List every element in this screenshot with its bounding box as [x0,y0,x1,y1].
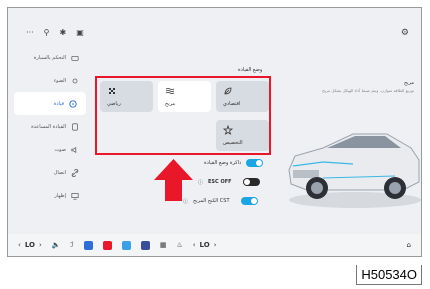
media-icon: ▣ [76,28,84,37]
settings-gear-icon[interactable]: ⚙ [401,28,409,38]
mode-tile-sport[interactable]: رياضي [100,81,153,112]
esc-toggle[interactable] [242,178,260,186]
esc-info-icon[interactable]: ⓘ [198,179,203,186]
app-blue-icon[interactable] [121,240,131,250]
mode-tile-comfort[interactable]: مريح [158,81,211,112]
app-grid-icon[interactable] [83,240,93,250]
sidebar-item-display[interactable]: إظهار [8,184,88,207]
car-illustration-icon [288,133,421,208]
home-icon[interactable]: ⌂ [407,241,411,249]
sidebar-item-driving[interactable]: قيادة [14,92,86,115]
left-temp-next[interactable]: › [39,241,42,249]
memory-setting-row: ذاكرة وضع القيادة [204,159,264,167]
right-temp-next[interactable]: › [214,241,217,249]
right-temp-value: LO [199,241,210,249]
memory-toggle[interactable] [246,159,264,167]
ac-flow-icon[interactable]: ♨ [176,241,182,249]
sidebar-item-assisted-driving[interactable]: القيادة المساعدة [8,115,88,138]
right-climate-control[interactable]: ‹ LO › [193,241,217,249]
red-arrow-indicator-icon [154,159,193,201]
link-icon [71,168,79,177]
esc-setting-row: ⓘ ESC OFF [198,178,260,186]
rear-defrost-icon[interactable]: ▦ [160,241,167,249]
custom-mode-icon [223,125,233,135]
left-temp-prev[interactable]: ‹ [18,241,21,249]
sidebar-item-vehicle-control[interactable]: التحكم بالسيارة [8,46,88,69]
mode-tile-custom[interactable]: التخصيص [216,120,269,151]
signal-icon: ··· [26,28,34,37]
bottom-bar: ‹ LO › 🔈 ℐ ▦ ♨ ‹ LO › ⌂ [8,234,421,256]
sidebar-item-sound[interactable]: صوت [8,138,88,161]
light-icon [72,78,78,83]
volume-icon[interactable]: 🔈 [52,241,61,249]
drive-mode-section-title: وضع القيادة [238,67,263,73]
display-icon [71,192,79,200]
left-climate-control[interactable]: ‹ LO › [18,241,42,249]
cst-label: الكبح المريح CST [193,198,230,204]
car-control-icon [71,55,79,61]
screen-frame: ··· ⚲ ✱ ▣ ⚙ التحكم بالسيارة الضوء قيادة … [7,7,422,257]
assist-driving-icon [72,122,78,131]
comfort-mode-icon [165,88,175,94]
selected-mode-description: توزيع الطاقة متوازن، ويتم ضبط أداء الهيك… [322,88,414,93]
link-status-icon: ⚲ [43,28,50,37]
esc-label: ESC OFF [208,179,232,185]
eco-mode-icon [224,87,232,95]
app-red-icon[interactable] [102,240,112,250]
speaker-icon [71,146,77,153]
bluetooth-icon: ✱ [59,28,67,37]
app-navy-icon[interactable] [140,240,150,250]
cst-setting-row: ⓘ الكبح المريح CST [183,197,258,205]
sidebar-item-light[interactable]: الضوء [8,69,88,92]
mode-tile-eco[interactable]: اقتصادي [216,81,269,112]
seat-icon[interactable]: ℐ [71,241,74,249]
sidebar: التحكم بالسيارة الضوء قيادة القيادة المس… [8,46,88,207]
memory-label: ذاكرة وضع القيادة [204,160,242,166]
drive-mode-highlight-box: رياضي مريح اقتصادي التخصيص [95,76,271,155]
right-temp-prev[interactable]: ‹ [193,241,196,249]
selected-mode-title: مريح [403,80,414,86]
sport-mode-icon [109,88,115,94]
figure-code-label: H50534O [356,265,422,285]
steering-wheel-icon [69,99,77,108]
status-bar: ··· ⚲ ✱ ▣ ⚙ [8,8,421,42]
left-temp-value: LO [24,241,35,249]
sidebar-item-connection[interactable]: اتصال [8,161,88,184]
cst-toggle[interactable] [240,197,258,205]
